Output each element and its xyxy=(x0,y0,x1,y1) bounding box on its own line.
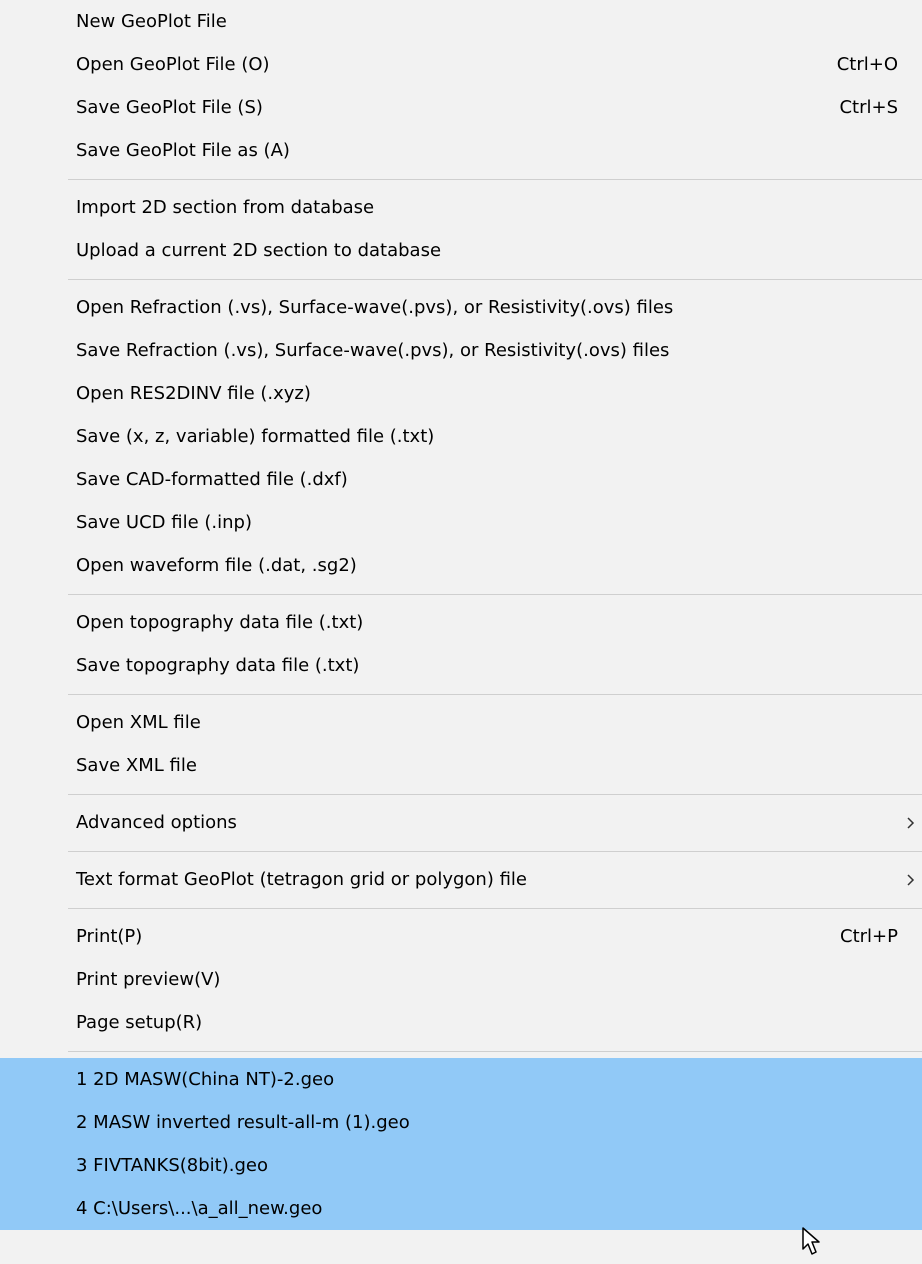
menu-item-open-refraction-files[interactable]: Open Refraction (.vs), Surface-wave(.pvs… xyxy=(0,286,922,329)
menu-item-import-2d-section[interactable]: Import 2D section from database xyxy=(0,186,922,229)
menu-separator xyxy=(0,587,922,601)
menu-item-label: Save topography data file (.txt) xyxy=(76,655,360,676)
separator-line xyxy=(68,850,922,852)
menu-separator xyxy=(0,272,922,286)
cursor-arrow-svg xyxy=(802,1227,820,1255)
recent-file-label: 2 MASW inverted result-all-m (1).geo xyxy=(76,1112,410,1133)
menu-item-label: Advanced options xyxy=(76,812,237,833)
menu-item-open-geoplot-file[interactable]: Open GeoPlot File (O) Ctrl+O xyxy=(0,43,922,86)
menu-item-save-geoplot-file[interactable]: Save GeoPlot File (S) Ctrl+S xyxy=(0,86,922,129)
menu-item-label: Save GeoPlot File (S) xyxy=(76,97,263,118)
menu-item-save-xz-variable-file[interactable]: Save (x, z, variable) formatted file (.t… xyxy=(0,415,922,458)
separator-line xyxy=(68,793,922,795)
menu-separator xyxy=(0,787,922,801)
chevron-right-svg xyxy=(907,816,915,829)
menu-item-shortcut: Ctrl+P xyxy=(840,926,898,947)
menu-separator xyxy=(0,172,922,186)
menu-item-text-format-geoplot[interactable]: Text format GeoPlot (tetragon grid or po… xyxy=(0,858,922,901)
recent-file-item-3[interactable]: 3 FIVTANKS(8bit).geo xyxy=(0,1144,922,1187)
menu-item-open-res2dinv-file[interactable]: Open RES2DINV file (.xyz) xyxy=(0,372,922,415)
separator-line xyxy=(68,178,922,180)
file-menu: New GeoPlot File Open GeoPlot File (O) C… xyxy=(0,0,922,1264)
menu-item-label: Print preview(V) xyxy=(76,969,221,990)
chevron-right-icon xyxy=(906,873,916,887)
chevron-right-icon xyxy=(906,816,916,830)
menu-item-label: Open GeoPlot File (O) xyxy=(76,54,270,75)
recent-file-label: 3 FIVTANKS(8bit).geo xyxy=(76,1155,268,1176)
menu-item-new-geoplot-file[interactable]: New GeoPlot File xyxy=(0,0,922,43)
menu-item-shortcut: Ctrl+S xyxy=(839,97,898,118)
recent-file-label: 4 C:\Users\...\a_all_new.geo xyxy=(76,1198,323,1219)
separator-line xyxy=(68,907,922,909)
menu-item-save-topography-file[interactable]: Save topography data file (.txt) xyxy=(0,644,922,687)
menu-item-open-waveform-file[interactable]: Open waveform file (.dat, .sg2) xyxy=(0,544,922,587)
menu-item-upload-2d-section[interactable]: Upload a current 2D section to database xyxy=(0,229,922,272)
menu-item-save-refraction-files[interactable]: Save Refraction (.vs), Surface-wave(.pvs… xyxy=(0,329,922,372)
separator-line xyxy=(68,278,922,280)
menu-item-open-topography-file[interactable]: Open topography data file (.txt) xyxy=(0,601,922,644)
menu-item-label: Save UCD file (.inp) xyxy=(76,512,252,533)
menu-item-label: Upload a current 2D section to database xyxy=(76,240,442,261)
menu-item-label: New GeoPlot File xyxy=(76,11,227,32)
menu-separator xyxy=(0,901,922,915)
chevron-right-svg xyxy=(907,873,915,886)
menu-item-label: Save XML file xyxy=(76,755,197,776)
menu-item-label: Page setup(R) xyxy=(76,1012,203,1033)
recent-file-label: 1 2D MASW(China NT)-2.geo xyxy=(76,1069,335,1090)
menu-item-label: Print(P) xyxy=(76,926,143,947)
recent-file-item-1[interactable]: 1 2D MASW(China NT)-2.geo xyxy=(0,1058,922,1101)
menu-item-label: Import 2D section from database xyxy=(76,197,375,218)
menu-item-save-xml-file[interactable]: Save XML file xyxy=(0,744,922,787)
menu-item-open-xml-file[interactable]: Open XML file xyxy=(0,701,922,744)
menu-item-save-ucd-file[interactable]: Save UCD file (.inp) xyxy=(0,501,922,544)
menu-item-label: Open RES2DINV file (.xyz) xyxy=(76,383,311,404)
menu-item-label: Open XML file xyxy=(76,712,201,733)
menu-item-shortcut: Ctrl+O xyxy=(836,54,898,75)
separator-line xyxy=(68,593,922,595)
recent-file-item-4[interactable]: 4 C:\Users\...\a_all_new.geo xyxy=(0,1187,922,1230)
menu-separator xyxy=(0,1044,922,1058)
separator-line xyxy=(68,693,922,695)
menu-item-label: Open waveform file (.dat, .sg2) xyxy=(76,555,357,576)
menu-separator xyxy=(0,687,922,701)
menu-item-label: Open Refraction (.vs), Surface-wave(.pvs… xyxy=(76,297,674,318)
menu-item-advanced-options[interactable]: Advanced options xyxy=(0,801,922,844)
menu-item-label: Save CAD-formatted file (.dxf) xyxy=(76,469,348,490)
menu-item-label: Text format GeoPlot (tetragon grid or po… xyxy=(76,869,528,890)
menu-separator xyxy=(0,844,922,858)
menu-item-label: Save GeoPlot File as (A) xyxy=(76,140,290,161)
separator-line xyxy=(68,1050,922,1052)
menu-item-page-setup[interactable]: Page setup(R) xyxy=(0,1001,922,1044)
menu-item-print-preview[interactable]: Print preview(V) xyxy=(0,958,922,1001)
recent-file-item-2[interactable]: 2 MASW inverted result-all-m (1).geo xyxy=(0,1101,922,1144)
menu-item-label: Save Refraction (.vs), Surface-wave(.pvs… xyxy=(76,340,670,361)
mouse-cursor-icon xyxy=(802,1227,826,1259)
menu-item-label: Save (x, z, variable) formatted file (.t… xyxy=(76,426,435,447)
menu-item-save-geoplot-file-as[interactable]: Save GeoPlot File as (A) xyxy=(0,129,922,172)
menu-item-label: Open topography data file (.txt) xyxy=(76,612,364,633)
recent-files-group: 1 2D MASW(China NT)-2.geo 2 MASW inverte… xyxy=(0,1058,922,1230)
menu-item-save-cad-file[interactable]: Save CAD-formatted file (.dxf) xyxy=(0,458,922,501)
menu-item-print[interactable]: Print(P) Ctrl+P xyxy=(0,915,922,958)
